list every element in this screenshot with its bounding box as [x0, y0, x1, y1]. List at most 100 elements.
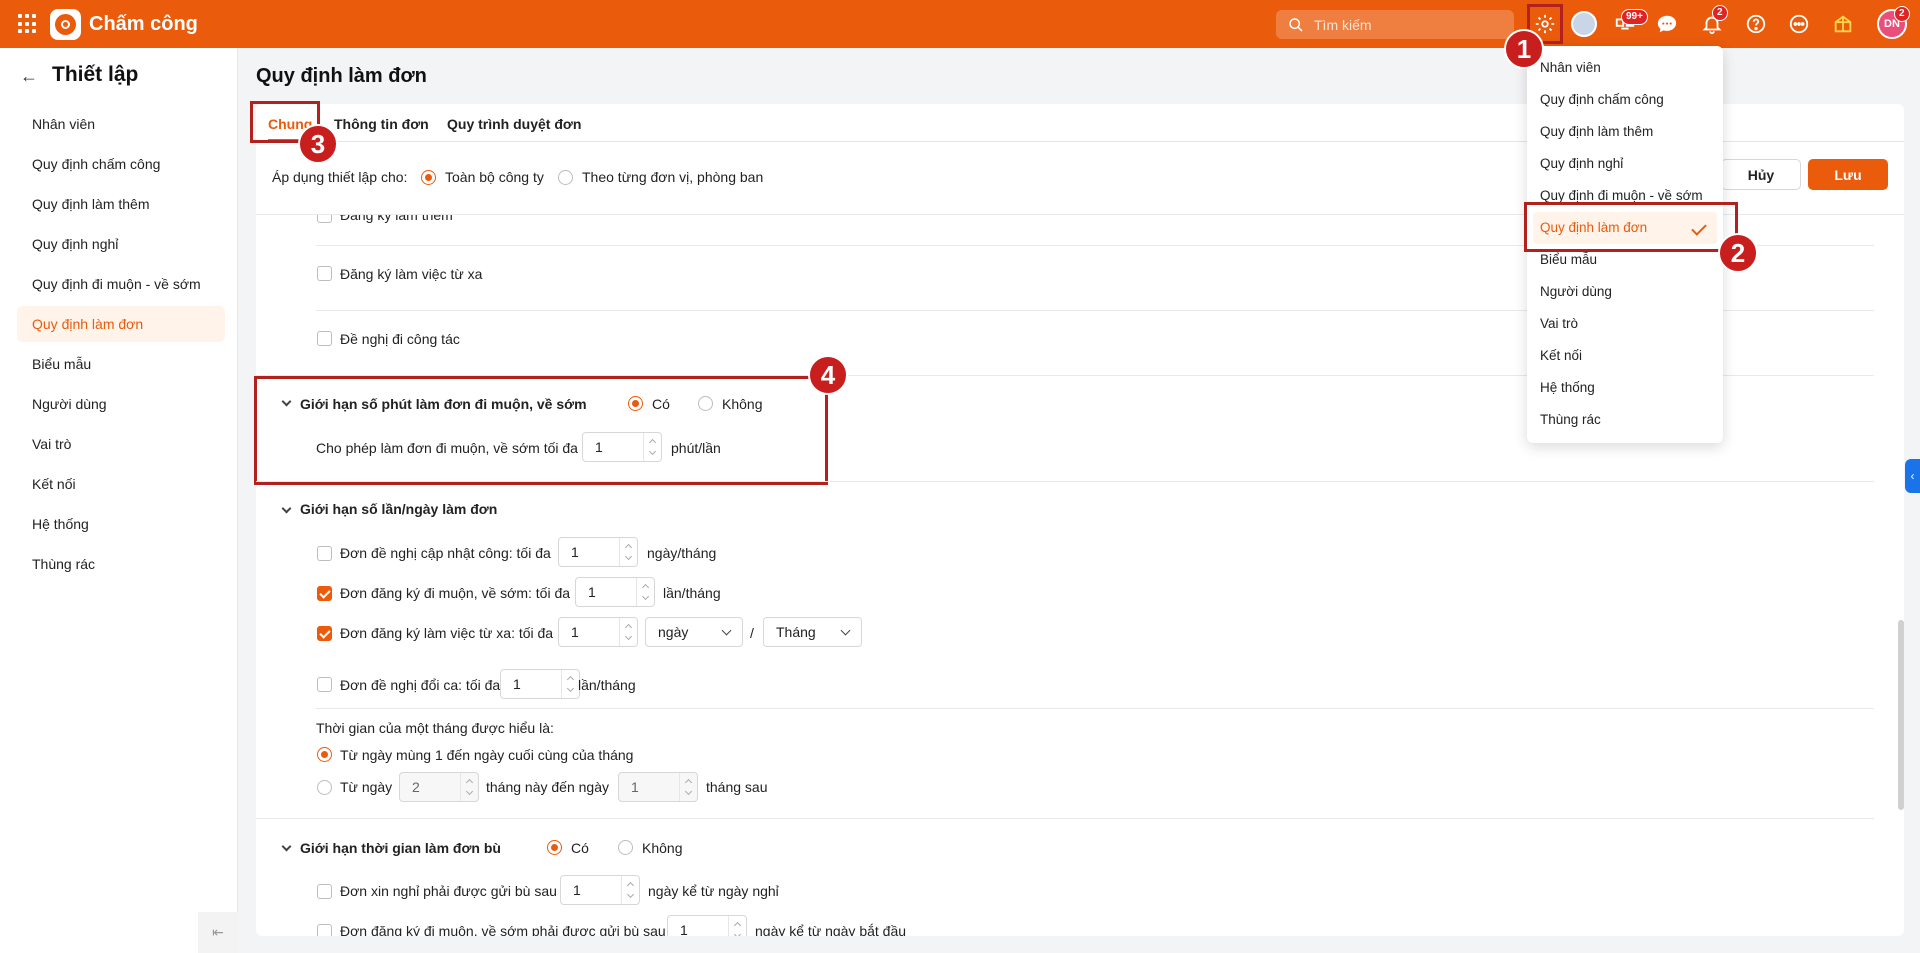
leave-backfill-input[interactable]: 1 [560, 875, 640, 905]
overtime-form-checkbox[interactable] [317, 215, 332, 223]
remote-form-label: Đăng ký làm việc từ xa [340, 266, 483, 282]
backfill-no-radio[interactable] [618, 840, 633, 855]
month-option-1-radio[interactable] [317, 747, 332, 762]
backfill-no-label: Không [642, 840, 683, 856]
menu-item-nguoi-dung[interactable]: Người dùng [1527, 276, 1723, 308]
sidebar-item-quy-dinh-cham-cong[interactable]: Quy định chấm công [17, 146, 225, 182]
section-divider [256, 818, 1874, 819]
backfill-yes-radio[interactable] [547, 840, 562, 855]
user-photo-avatar[interactable] [1571, 11, 1597, 37]
search-input[interactable]: Tìm kiếm [1276, 10, 1514, 39]
search-icon [1289, 17, 1303, 32]
notifications-badge: 2 [1712, 5, 1728, 21]
late-early-label: Đơn đăng ký đi muộn, về sớm: tối đa [340, 585, 571, 601]
annotation-marker-3: 3 [298, 124, 338, 164]
gift-icon[interactable] [1829, 10, 1857, 38]
apply-unit-radio[interactable] [558, 170, 573, 185]
menu-item-quy-dinh-cham-cong[interactable]: Quy định chấm công [1527, 84, 1723, 116]
app-title: Chấm công [89, 13, 198, 35]
save-button[interactable]: Lưu [1808, 159, 1888, 190]
menu-item-thung-rac[interactable]: Thùng rác [1527, 404, 1723, 436]
backfill-yes-label: Có [571, 840, 589, 856]
apply-all-label: Toàn bộ công ty [445, 169, 544, 185]
tab-quy-trinh-duyet-don[interactable]: Quy trình duyệt đơn [447, 116, 581, 132]
menu-item-nhan-vien[interactable]: Nhân viên [1527, 52, 1723, 84]
shift-change-input[interactable]: 1 [500, 669, 580, 699]
help-icon[interactable] [1742, 10, 1770, 38]
sidebar: ← Thiết lập Nhân viên Quy định chấm công… [0, 48, 238, 953]
shift-change-unit: lần/tháng [578, 677, 636, 693]
search-placeholder: Tìm kiếm [1314, 16, 1372, 33]
cancel-button[interactable]: Hủy [1721, 159, 1801, 190]
chat-icon[interactable] [1653, 10, 1681, 38]
collapse-sidebar-icon[interactable]: ⇤ [198, 912, 238, 953]
update-attendance-input[interactable]: 1 [558, 537, 638, 567]
remote-count-checkbox[interactable] [317, 626, 332, 641]
remote-unit-select[interactable]: ngày [645, 617, 743, 647]
backfill-limit-title: Giới hạn thời gian làm đơn bù [300, 840, 501, 856]
menu-item-he-thong[interactable]: Hệ thống [1527, 372, 1723, 404]
update-attendance-label: Đơn đề nghị cập nhật công: tối đa [340, 545, 551, 561]
late-limit-highlight-box [254, 376, 828, 485]
sidebar-item-nhan-vien[interactable]: Nhân viên [17, 106, 225, 142]
late-backfill-unit: ngày kể từ ngày bắt đầu [755, 923, 907, 936]
shift-change-checkbox[interactable] [317, 677, 332, 692]
business-trip-checkbox[interactable] [317, 331, 332, 346]
menu-item-quy-dinh-nghi[interactable]: Quy định nghỉ [1527, 148, 1723, 180]
month-option-2-radio[interactable] [317, 780, 332, 795]
remote-form-checkbox[interactable] [317, 266, 332, 281]
sidebar-title: Thiết lập [52, 63, 139, 86]
menu-item-ket-noi[interactable]: Kết nối [1527, 340, 1723, 372]
update-attendance-unit: ngày/tháng [647, 545, 717, 561]
app-logo [50, 9, 81, 40]
late-backfill-checkbox[interactable] [317, 924, 332, 936]
sidebar-item-ket-noi[interactable]: Kết nối [17, 466, 225, 502]
leave-backfill-unit: ngày kể từ ngày nghỉ [648, 883, 779, 899]
sidebar-item-quy-dinh-lam-don[interactable]: Quy định làm đơn [17, 306, 225, 342]
overtime-form-label: Đăng ký làm thêm [340, 215, 453, 223]
month-option-2-suffix: tháng sau [706, 779, 768, 795]
late-early-input[interactable]: 1 [575, 577, 655, 607]
expand-panel-tab[interactable]: ‹ [1905, 459, 1920, 493]
sidebar-item-quy-dinh-lam-them[interactable]: Quy định làm thêm [17, 186, 225, 222]
count-limit-title: Giới hạn số lần/ngày làm đơn [300, 501, 498, 517]
leave-backfill-checkbox[interactable] [317, 884, 332, 899]
late-backfill-input[interactable]: 1 [667, 915, 747, 936]
late-early-unit: lần/tháng [663, 585, 721, 601]
top-bar: Chấm công Tìm kiếm 99+ 2 DN 2 [0, 0, 1920, 48]
late-early-checkbox[interactable] [317, 586, 332, 601]
remote-count-input[interactable]: 1 [558, 617, 638, 647]
month-from-day-input[interactable]: 2 [399, 772, 479, 802]
sidebar-item-quy-dinh-nghi[interactable]: Quy định nghỉ [17, 226, 225, 262]
month-definition-label: Thời gian của một tháng được hiểu là: [316, 720, 554, 736]
sidebar-item-bieu-mau[interactable]: Biểu mẫu [17, 346, 225, 382]
update-attendance-checkbox[interactable] [317, 546, 332, 561]
month-option-2-mid: tháng này đến ngày [486, 779, 609, 795]
apps-grid-icon[interactable] [18, 14, 38, 34]
annotation-marker-1: 1 [1504, 29, 1544, 69]
month-option-1-label: Từ ngày mùng 1 đến ngày cuối cùng của th… [340, 747, 634, 763]
sidebar-item-di-muon-ve-som[interactable]: Quy định đi muộn - về sớm [17, 266, 225, 302]
avatar-badge: 2 [1894, 6, 1910, 22]
apply-all-radio[interactable] [421, 170, 436, 185]
sidebar-item-he-thong[interactable]: Hệ thống [17, 506, 225, 542]
month-option-2-prefix: Từ ngày [340, 779, 393, 795]
tab-thong-tin-don[interactable]: Thông tin đơn [334, 116, 429, 132]
section-divider [256, 481, 1874, 482]
page-title: Quy định làm đơn [256, 65, 427, 87]
remote-count-label: Đơn đăng ký làm việc từ xa: tối đa [340, 625, 554, 641]
annotation-marker-2: 2 [1718, 233, 1758, 273]
month-to-day-input[interactable]: 1 [618, 772, 698, 802]
sidebar-item-nguoi-dung[interactable]: Người dùng [17, 386, 225, 422]
sidebar-item-thung-rac[interactable]: Thùng rác [17, 546, 225, 582]
shift-change-label: Đơn đề nghị đổi ca: tối đa [340, 677, 501, 693]
more-icon[interactable] [1785, 10, 1813, 38]
menu-item-vai-tro[interactable]: Vai trò [1527, 308, 1723, 340]
sidebar-item-vai-tro[interactable]: Vai trò [17, 426, 225, 462]
content-scrollbar[interactable] [1898, 620, 1904, 810]
apply-unit-label: Theo từng đơn vị, phòng ban [582, 169, 764, 185]
menu-item-quy-dinh-lam-them[interactable]: Quy định làm thêm [1527, 116, 1723, 148]
back-arrow-icon[interactable]: ← [20, 66, 38, 87]
apply-label: Áp dụng thiết lập cho: [272, 169, 408, 185]
remote-period-select[interactable]: Tháng [763, 617, 862, 647]
